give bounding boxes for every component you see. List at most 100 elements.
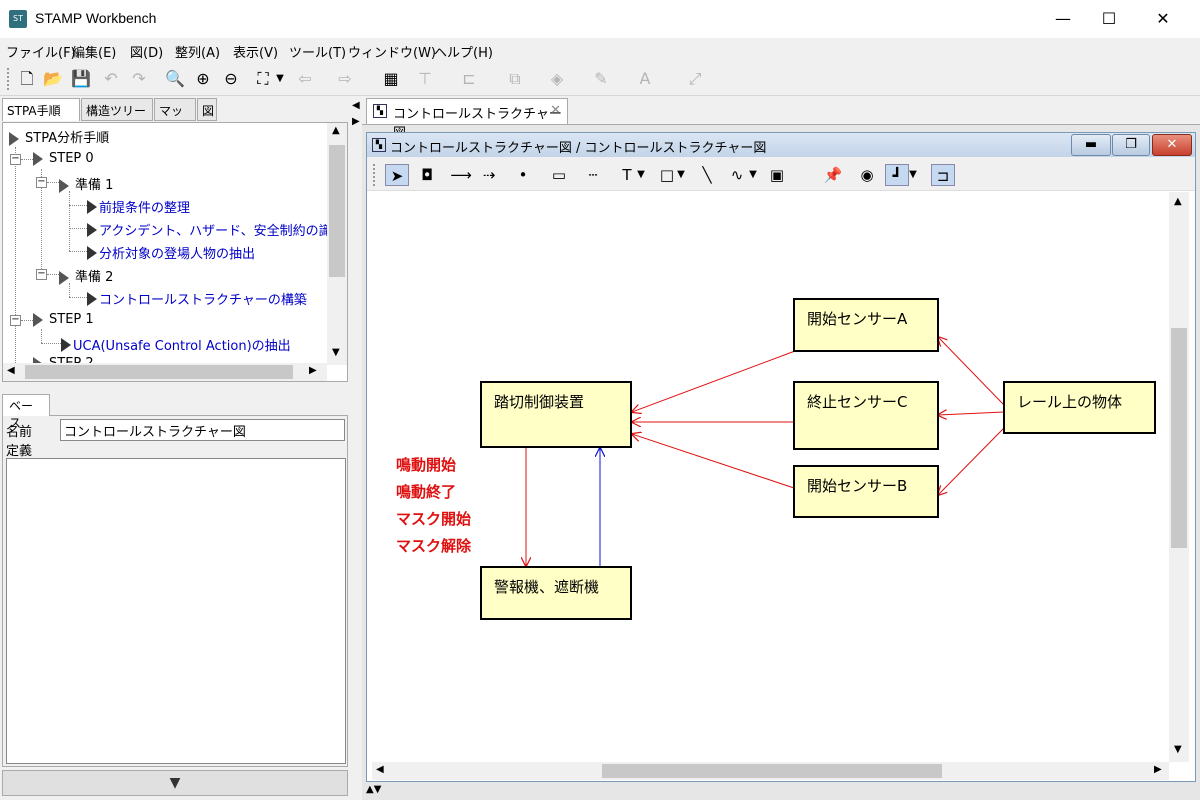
note-tool-icon[interactable]: ▭ — [547, 164, 571, 186]
expand-right-icon[interactable]: ▶ — [352, 116, 360, 127]
text-dropdown-icon[interactable]: ▼ — [635, 164, 647, 186]
tree-item-preconditions[interactable]: 前提条件の整理 — [87, 197, 190, 216]
collapse-left-icon[interactable]: ◀ — [352, 100, 360, 111]
back-arrow-icon[interactable]: ⇦ — [294, 68, 316, 90]
menu-tools[interactable]: ツール(T) — [289, 42, 346, 61]
tree-item-uca[interactable]: UCA(Unsafe Control Action)の抽出 — [61, 335, 291, 354]
scroll-left-icon[interactable]: ◀ — [376, 764, 384, 775]
frame-restore-button[interactable]: ❐ — [1112, 134, 1150, 156]
detect-arrow-sensor-c[interactable] — [938, 412, 1005, 415]
dotted-line-icon[interactable]: ┄ — [581, 164, 605, 186]
detect-arrow-sensor-a[interactable] — [938, 337, 1005, 406]
collapse-icon[interactable]: − — [36, 269, 47, 280]
line-tool-icon[interactable]: ╲ — [695, 164, 719, 186]
close-button[interactable]: ✕ — [1140, 0, 1186, 38]
image-tool-icon[interactable]: ▣ — [765, 164, 789, 186]
line-routing-icon[interactable]: ┛ — [885, 164, 909, 186]
tree-vertical-scrollbar[interactable]: ▲ ▼ — [327, 123, 347, 365]
menu-diagram[interactable]: 図(D) — [130, 42, 163, 61]
definition-textarea[interactable] — [6, 458, 346, 764]
canvas-horizontal-scrollbar[interactable]: ◀ ▶ — [372, 762, 1169, 780]
save-icon[interactable]: 💾 — [70, 68, 92, 90]
tab-scroll-arrows[interactable]: ▲▼ — [366, 784, 406, 798]
menu-view[interactable]: 表示(V) — [233, 42, 278, 61]
arrange-icon[interactable]: ⧉ — [504, 68, 526, 90]
canvas-vscroll-thumb[interactable] — [1171, 328, 1187, 548]
scroll-left-icon[interactable]: ◀ — [7, 365, 15, 376]
tree-prep1[interactable]: 準備 1 — [59, 174, 113, 195]
snap-icon[interactable]: ⊐ — [931, 164, 955, 186]
scroll-right-icon[interactable]: ▶ — [1154, 764, 1162, 775]
align-left-icon[interactable]: ⊏ — [458, 68, 480, 90]
feedback-arrow-sensor-b[interactable] — [632, 434, 795, 489]
fill-color-icon[interactable]: ◈ — [546, 68, 568, 90]
rectangle-dropdown-icon[interactable]: ▼ — [675, 164, 687, 186]
close-tab-icon[interactable]: ✕ — [550, 103, 561, 118]
toolbar-grip[interactable] — [373, 164, 375, 186]
node-alarm-barrier[interactable]: 警報機、遮断機 — [480, 566, 632, 620]
font-color-icon[interactable]: A — [634, 68, 656, 90]
name-input[interactable] — [60, 419, 345, 441]
undo-icon[interactable]: ↶ — [100, 68, 122, 90]
open-folder-icon[interactable]: 📂 — [42, 68, 64, 90]
node-end-sensor-c[interactable]: 終止センサーC — [793, 381, 939, 450]
forward-arrow-icon[interactable]: ⇨ — [334, 68, 356, 90]
control-arrow-icon[interactable]: ⟶ — [449, 164, 473, 186]
align-top-icon[interactable]: ⊤ — [414, 68, 436, 90]
node-start-sensor-a[interactable]: 開始センサーA — [793, 298, 939, 352]
tab-diagram[interactable]: 図 — [197, 98, 217, 121]
collapse-icon[interactable]: − — [10, 154, 21, 165]
dot-tool-icon[interactable]: • — [511, 164, 535, 186]
canvas-vertical-scrollbar[interactable]: ▲ ▼ — [1169, 192, 1189, 762]
feedback-arrow-icon[interactable]: ⇢ — [477, 164, 501, 186]
tree-hscroll-thumb[interactable] — [25, 365, 293, 379]
scroll-up-icon[interactable]: ▲ — [332, 125, 340, 136]
routing-dropdown-icon[interactable]: ▼ — [907, 164, 919, 186]
fit-dropdown-icon[interactable]: ▼ — [274, 68, 286, 90]
frame-close-button[interactable]: ✕ — [1152, 134, 1192, 156]
minimize-button[interactable]: — — [1040, 0, 1086, 38]
new-file-icon[interactable]: 🗋 — [16, 68, 38, 90]
fit-screen-icon[interactable]: ⛶ — [252, 68, 274, 90]
scroll-up-icon[interactable]: ▲ — [1174, 196, 1182, 207]
curve-dropdown-icon[interactable]: ▼ — [747, 164, 759, 186]
tree-item-control-structure[interactable]: コントロールストラクチャーの構築 — [87, 289, 307, 308]
menu-help[interactable]: ヘルプ(H) — [434, 42, 493, 61]
tab-structure-tree[interactable]: 構造ツリー — [81, 98, 153, 121]
toolbar-grip[interactable] — [7, 68, 9, 90]
diagram-canvas[interactable]: 踏切制御装置 開始センサーA 終止センサーC 開始センサーB レール上の物体 警… — [372, 192, 1169, 762]
panel-splitter[interactable]: ◀ ▶ — [350, 96, 362, 800]
tree-root[interactable]: STPA分析手順 — [9, 127, 109, 148]
tree-step0[interactable]: STEP 0 — [33, 151, 94, 168]
redo-icon[interactable]: ↷ — [128, 68, 150, 90]
menu-edit[interactable]: 編集(E) — [72, 42, 116, 61]
canvas-hscroll-thumb[interactable] — [602, 764, 942, 778]
anchor-point-icon[interactable]: ◉ — [855, 164, 879, 186]
editor-tab[interactable]: ▚ コントロールストラクチャー図 ✕ — [366, 98, 568, 141]
tree-step1[interactable]: STEP 1 — [33, 312, 94, 329]
select-pointer-icon[interactable]: ➤ — [385, 164, 409, 186]
tree-vscroll-thumb[interactable] — [329, 145, 345, 277]
line-style-icon[interactable]: ⤢ — [684, 68, 706, 90]
line-color-icon[interactable]: ✎ — [590, 68, 612, 90]
collapse-panel-button[interactable]: ▼ — [2, 770, 348, 796]
menu-file[interactable]: ファイル(F) — [6, 42, 76, 61]
layout-grid-icon[interactable]: ▦ — [380, 68, 402, 90]
tree-item-actors[interactable]: 分析対象の登場人物の抽出 — [87, 243, 255, 262]
pin-icon[interactable]: 📌 — [821, 164, 845, 186]
zoom-in-icon[interactable]: ⊕ — [192, 68, 214, 90]
search-icon[interactable]: 🔍 — [164, 68, 186, 90]
scroll-right-icon[interactable]: ▶ — [309, 365, 317, 376]
tree-horizontal-scrollbar[interactable]: ◀ ▶ — [3, 363, 327, 381]
curve-tool-icon[interactable]: ∿ — [725, 164, 749, 186]
node-start-sensor-b[interactable]: 開始センサーB — [793, 465, 939, 518]
feedback-arrow-sensor-a[interactable] — [632, 350, 796, 412]
tab-stpa-procedure[interactable]: STPA手順 — [2, 98, 80, 121]
node-crossing-controller[interactable]: 踏切制御装置 — [480, 381, 632, 448]
tree-prep2[interactable]: 準備 2 — [59, 266, 113, 287]
collapse-icon[interactable]: − — [36, 177, 47, 188]
scroll-down-icon[interactable]: ▼ — [332, 347, 340, 358]
tree-item-accidents-hazards[interactable]: アクシデント、ハザード、安全制約の識別 — [87, 220, 345, 239]
menu-align[interactable]: 整列(A) — [175, 42, 220, 61]
zoom-out-icon[interactable]: ⊖ — [220, 68, 242, 90]
